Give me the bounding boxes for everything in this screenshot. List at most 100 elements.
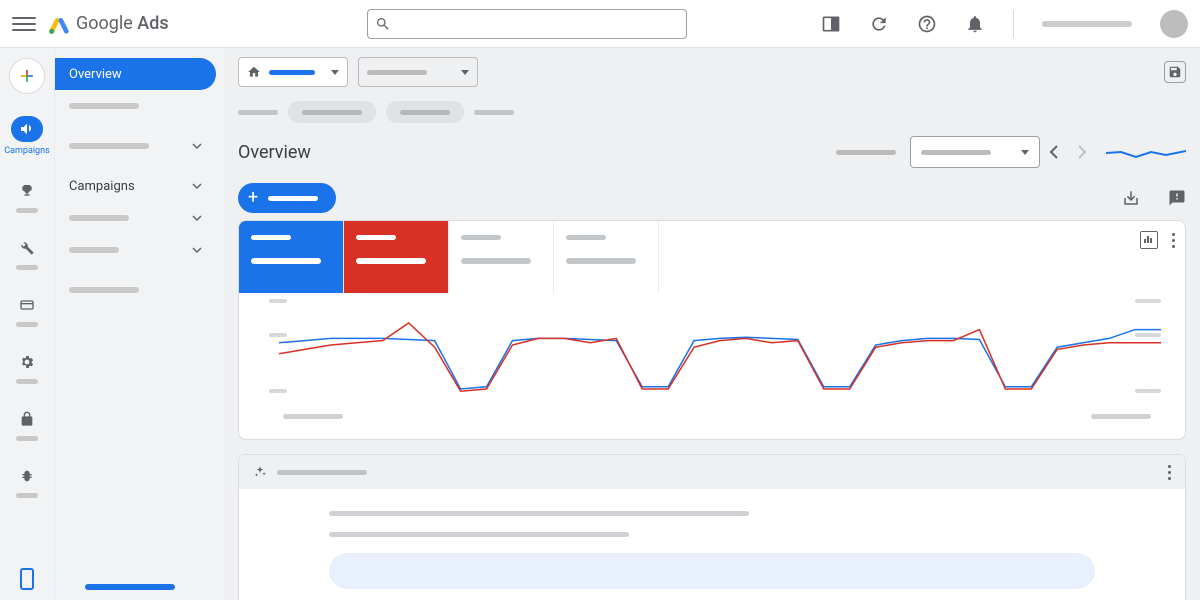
app-header: Google Ads — [0, 0, 1200, 48]
placeholder — [277, 470, 367, 475]
filter-chip[interactable] — [288, 101, 376, 123]
sidebar-label-placeholder — [69, 215, 129, 221]
sidebar-item-label: Campaigns — [69, 179, 135, 194]
placeholder — [269, 70, 315, 75]
rail-tools[interactable] — [11, 235, 43, 270]
separator — [1013, 10, 1014, 38]
rail-billing[interactable] — [11, 292, 43, 327]
sidebar-item[interactable] — [55, 274, 216, 306]
download-icon[interactable] — [1122, 189, 1140, 207]
rail-admin[interactable] — [11, 349, 43, 384]
metric-tab[interactable] — [239, 221, 344, 293]
google-ads-logo-icon — [48, 13, 70, 35]
placeholder — [400, 110, 450, 115]
appearance-icon[interactable] — [821, 14, 841, 34]
more-icon[interactable] — [1168, 465, 1171, 480]
avatar[interactable] — [1160, 10, 1188, 38]
sidebar-item[interactable] — [55, 90, 216, 122]
megaphone-icon — [19, 121, 35, 137]
expand-icon[interactable] — [1140, 231, 1158, 249]
date-range-picker[interactable] — [910, 136, 1040, 168]
logo[interactable]: Google Ads — [48, 13, 169, 35]
rail-label-placeholder — [16, 436, 38, 441]
sidebar-item[interactable] — [55, 234, 216, 266]
plus-icon — [17, 66, 37, 86]
rail-campaigns[interactable]: Campaigns — [4, 116, 49, 156]
rail-label-placeholder — [16, 493, 38, 498]
rail-label-placeholder — [16, 322, 38, 327]
performance-chart-card — [238, 220, 1186, 440]
sidebar-item-overview[interactable]: Overview — [55, 58, 216, 90]
sidebar-label-placeholder — [69, 247, 119, 253]
rail-label-placeholder — [16, 208, 38, 213]
rail-bug[interactable] — [11, 463, 43, 498]
next-period-button[interactable] — [1068, 136, 1096, 168]
save-view-button[interactable] — [1164, 61, 1186, 83]
chevron-down-icon — [331, 70, 339, 75]
chip-placeholder — [474, 110, 514, 115]
trophy-icon — [19, 183, 35, 199]
chart-area — [239, 293, 1185, 423]
action-row: + — [224, 176, 1200, 220]
new-campaign-button[interactable]: + — [238, 183, 336, 213]
insight-cta[interactable] — [329, 553, 1095, 589]
sidebar-item-campaigns[interactable]: Campaigns — [55, 170, 216, 202]
chevron-down-icon — [192, 213, 202, 223]
placeholder — [921, 150, 991, 155]
metric-tabs — [239, 221, 1185, 293]
more-icon[interactable] — [1172, 233, 1175, 248]
sidebar-label-placeholder — [69, 287, 139, 293]
chevron-down-icon — [192, 141, 202, 151]
chip-placeholder — [238, 110, 278, 115]
bug-icon — [19, 468, 35, 484]
line-chart — [279, 301, 1161, 411]
metric-tab[interactable] — [344, 221, 449, 293]
title-row: Overview — [224, 128, 1200, 176]
rail-security[interactable] — [11, 406, 43, 441]
chart-icon — [1143, 234, 1153, 244]
help-icon[interactable] — [917, 14, 937, 34]
sidebar-label-placeholder — [69, 143, 149, 149]
sidebar-item[interactable] — [55, 130, 216, 162]
rail-campaigns-label: Campaigns — [4, 146, 49, 156]
placeholder — [836, 150, 896, 155]
save-icon — [1168, 65, 1182, 79]
text-placeholder — [329, 511, 749, 516]
device-icon[interactable] — [20, 568, 34, 590]
feedback-icon[interactable] — [1168, 189, 1186, 207]
sparkle-icon — [253, 465, 267, 479]
menu-icon[interactable] — [12, 12, 36, 36]
gear-icon — [19, 354, 35, 370]
logo-text: Google Ads — [76, 13, 169, 34]
metric-tab[interactable] — [449, 221, 554, 293]
sparkline — [1106, 143, 1186, 161]
refresh-icon[interactable] — [869, 14, 889, 34]
rail-bottom — [0, 568, 54, 590]
card-icon — [19, 297, 35, 313]
scope-selector[interactable] — [358, 57, 478, 87]
legend-placeholder — [1091, 414, 1151, 419]
wrench-icon — [19, 240, 35, 256]
notifications-icon[interactable] — [965, 14, 985, 34]
plus-icon: + — [248, 189, 258, 207]
chevron-down-icon — [192, 181, 202, 191]
create-button[interactable] — [9, 58, 45, 94]
rail-goals[interactable] — [11, 178, 43, 213]
search-input[interactable] — [367, 9, 687, 39]
metric-tab[interactable] — [554, 221, 659, 293]
filter-chip[interactable] — [386, 101, 464, 123]
placeholder — [367, 70, 427, 75]
page-title: Overview — [238, 142, 311, 163]
insights-body — [239, 489, 1185, 600]
sidebar-bottom-placeholder — [85, 584, 175, 590]
prev-period-button[interactable] — [1040, 136, 1068, 168]
main-content: Overview + — [224, 48, 1200, 600]
lock-icon — [19, 411, 35, 427]
nav-rail: Campaigns — [0, 48, 54, 600]
placeholder — [268, 196, 318, 201]
account-selector[interactable] — [238, 57, 348, 87]
sidebar-item[interactable] — [55, 202, 216, 234]
chevron-down-icon — [192, 245, 202, 255]
legend-placeholder — [283, 414, 343, 419]
search-icon — [375, 16, 391, 32]
